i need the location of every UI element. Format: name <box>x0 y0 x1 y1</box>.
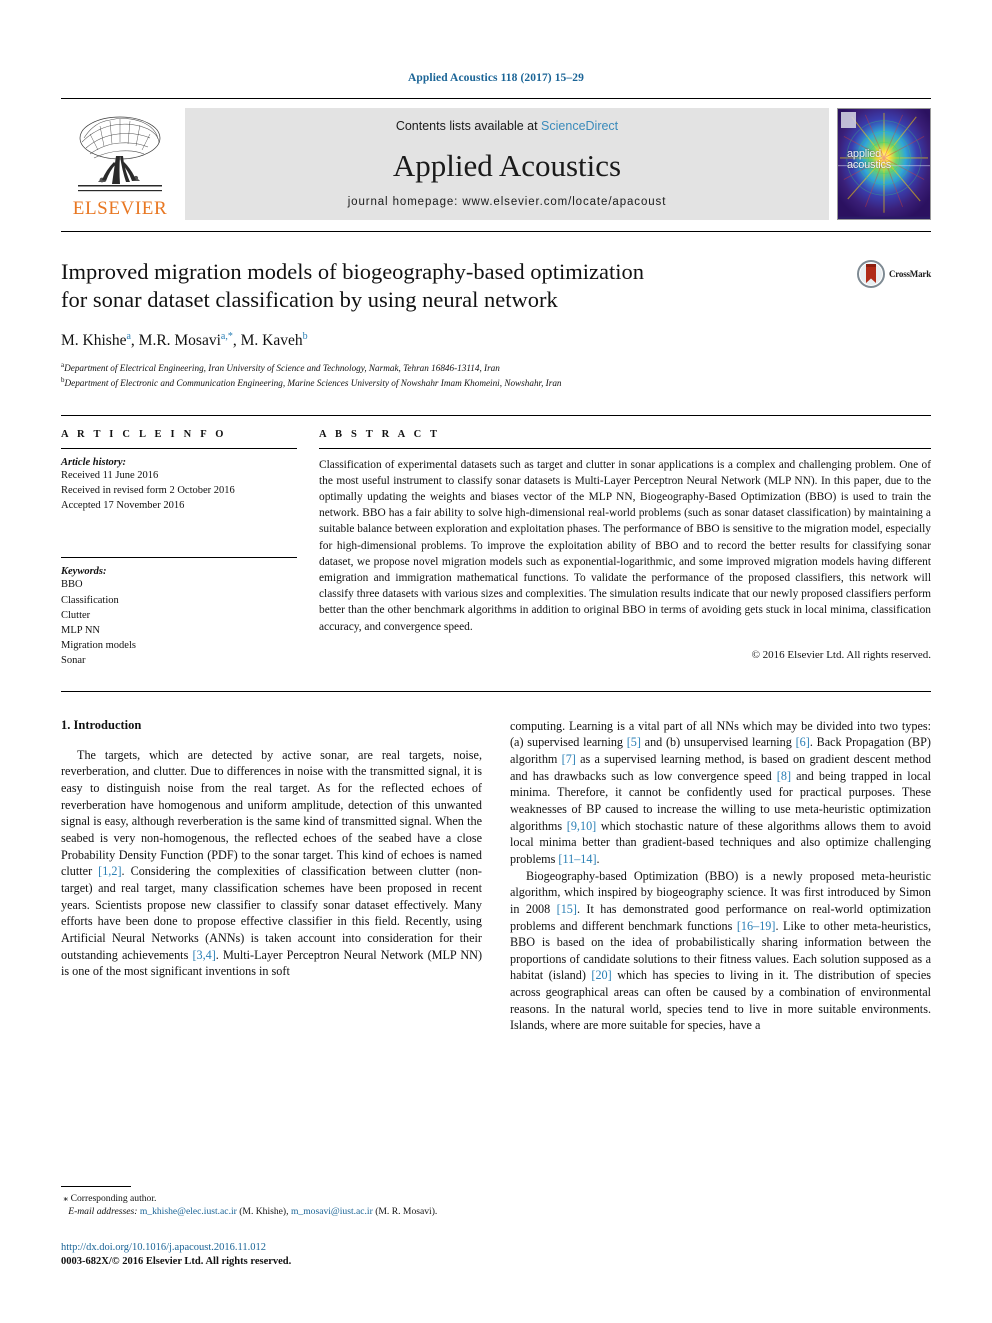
history-received: Received 11 June 2016 <box>61 469 159 481</box>
body-columns: 1. Introduction The targets, which are d… <box>61 717 931 1267</box>
abstract-copyright: © 2016 Elsevier Ltd. All rights reserved… <box>751 648 931 661</box>
email-owner-2-cont: R. Mosavi). <box>391 1206 438 1218</box>
crossmark-badge[interactable]: CrossMark <box>856 260 931 288</box>
page-title: Improved migration models of biogeograph… <box>61 258 821 315</box>
abstract-divider-bottom <box>61 690 931 692</box>
contents-prefix: Contents lists available at <box>395 119 542 133</box>
body-left-column: 1. Introduction The targets, which are d… <box>61 717 482 1267</box>
keywords-label: Keywords: <box>61 566 107 578</box>
cover-corner-mark <box>841 112 856 128</box>
citation-ref[interactable]: [20] <box>591 968 611 982</box>
title-block: CrossMark Improved migration models of b… <box>61 258 931 391</box>
article-info-column: A R T I C L E I N F O Article history: R… <box>61 429 297 669</box>
masthead-divider <box>61 231 931 232</box>
abstract-heading: A B S T R A C T <box>319 428 441 440</box>
elsevier-tree-icon <box>78 116 162 192</box>
citation-ref[interactable]: [6] <box>796 735 810 749</box>
keyword-item: Clutter <box>61 609 91 621</box>
article-history-label: Article history: <box>61 456 127 468</box>
history-accepted: Accepted 17 November 2016 <box>61 500 185 512</box>
intro-paragraph-right-continued: computing. Learning is a vital part of a… <box>510 718 931 868</box>
crossmark-icon <box>856 260 885 288</box>
intro-paragraph-left: The targets, which are detected by activ… <box>61 747 482 980</box>
author-name-2: M.R. Mosavi <box>138 331 221 349</box>
footnote-divider <box>61 1185 131 1187</box>
intro-paragraph-bbo: Biogeography-based Optimization (BBO) is… <box>510 868 931 1035</box>
affiliations: aDepartment of Electrical Engineering, I… <box>61 360 931 391</box>
email-owner-2: (M. <box>375 1206 390 1218</box>
journal-masthead: ELSEVIER Contents lists available at Sci… <box>61 108 931 220</box>
history-revised: Received in revised form 2 October 2016 <box>61 484 235 496</box>
footnote-block: ⁎ Corresponding author. E-mail addresses… <box>61 1185 482 1271</box>
keywords-rule <box>61 557 297 559</box>
author-mark-2: a,* <box>220 330 233 342</box>
email-link-2[interactable]: m_mosavi@iust.ac.ir <box>291 1206 373 1217</box>
crossmark-label: CrossMark <box>888 269 931 279</box>
keyword-item: Migration models <box>61 640 136 652</box>
citation-ref[interactable]: [3,4] <box>192 948 215 962</box>
citation-ref[interactable]: [5] <box>627 735 641 749</box>
keyword-item: BBO <box>61 579 83 591</box>
masthead-center: Contents lists available at ScienceDirec… <box>185 108 829 220</box>
elsevier-wordmark: ELSEVIER <box>72 198 168 219</box>
corresponding-label: Corresponding author. <box>70 1192 157 1204</box>
citation-ref[interactable]: [1,2] <box>98 864 121 878</box>
author-list: M. Khishea, M.R. Mosavia,*, M. Kavehb <box>61 330 308 349</box>
intro-text-a: The targets, which are detected by activ… <box>61 747 482 879</box>
right-text-b: and (b) unsupervised learning <box>640 735 796 750</box>
affiliation-b: bDepartment of Electronic and Communicat… <box>61 375 931 390</box>
right-text-g: . <box>596 851 600 866</box>
paper-page: Applied Acoustics 118 (2017) 15–29 ELSEV… <box>0 0 992 1323</box>
issn-copyright: 0003-682X/© 2016 Elsevier Ltd. All right… <box>61 1256 292 1268</box>
keyword-item: MLP NN <box>61 624 100 636</box>
email-note: E-mail addresses: m_khishe@elec.iust.ac.… <box>61 1205 482 1219</box>
journal-title: Applied Acoustics <box>392 148 622 183</box>
title-line-2: for sonar dataset classification by usin… <box>61 287 558 313</box>
abstract-rule <box>319 447 931 449</box>
section-heading-introduction: 1. Introduction <box>61 717 142 732</box>
citation-ref[interactable]: [15] <box>557 902 577 916</box>
keyword-item: Sonar <box>61 655 86 667</box>
author-mark-1: a <box>126 330 131 342</box>
author-name-3: M. Kaveh <box>240 331 303 349</box>
abstract-column: A B S T R A C T Classification of experi… <box>319 429 931 669</box>
email-owner-1: (M. Khishe), <box>239 1206 289 1218</box>
header-divider <box>61 98 931 99</box>
author-mark-3: b <box>302 330 308 342</box>
journal-cover-image: applied acoustics <box>837 108 931 220</box>
info-divider-top <box>61 414 931 416</box>
cover-title-line2: acoustics <box>847 159 892 172</box>
info-abstract-section: A R T I C L E I N F O Article history: R… <box>61 429 931 669</box>
cover-title: applied acoustics <box>847 148 892 172</box>
running-head: Applied Acoustics 118 (2017) 15–29 <box>408 72 584 84</box>
doi-block: http://dx.doi.org/10.1016/j.apacoust.201… <box>61 1241 482 1270</box>
contents-lists-line: Contents lists available at ScienceDirec… <box>396 119 618 133</box>
citation-ref[interactable]: [8] <box>777 769 791 783</box>
affiliation-a: aDepartment of Electrical Engineering, I… <box>61 360 931 375</box>
citation-ref[interactable]: [9,10] <box>567 819 596 833</box>
title-line-1: Improved migration models of biogeograph… <box>61 259 644 284</box>
citation-ref[interactable]: [11–14] <box>558 852 596 866</box>
corresponding-author-note: ⁎ Corresponding author. <box>61 1192 482 1206</box>
citation-ref[interactable]: [7] <box>562 752 576 766</box>
keyword-item: Classification <box>61 594 119 606</box>
email-label: E-mail addresses: <box>68 1206 138 1218</box>
body-right-column: computing. Learning is a vital part of a… <box>510 718 931 1034</box>
author-name-1: M. Khishe <box>61 331 127 349</box>
email-link-1[interactable]: m_khishe@elec.iust.ac.ir <box>140 1206 237 1217</box>
journal-homepage-link[interactable]: journal homepage: www.elsevier.com/locat… <box>348 196 667 208</box>
abstract-text: Classification of experimental datasets … <box>319 458 931 633</box>
doi-link[interactable]: http://dx.doi.org/10.1016/j.apacoust.201… <box>61 1241 482 1256</box>
article-info-rule <box>61 447 297 449</box>
affiliation-text-a: Department of Electrical Engineering, Ir… <box>64 362 500 373</box>
corresponding-marker: ⁎ <box>63 1192 69 1204</box>
sciencedirect-link[interactable]: ScienceDirect <box>541 119 618 133</box>
elsevier-logo: ELSEVIER <box>61 108 179 220</box>
article-info-heading: A R T I C L E I N F O <box>61 428 227 440</box>
citation-ref[interactable]: [16–19] <box>737 919 776 933</box>
affiliation-text-b: Department of Electronic and Communicati… <box>64 378 562 389</box>
